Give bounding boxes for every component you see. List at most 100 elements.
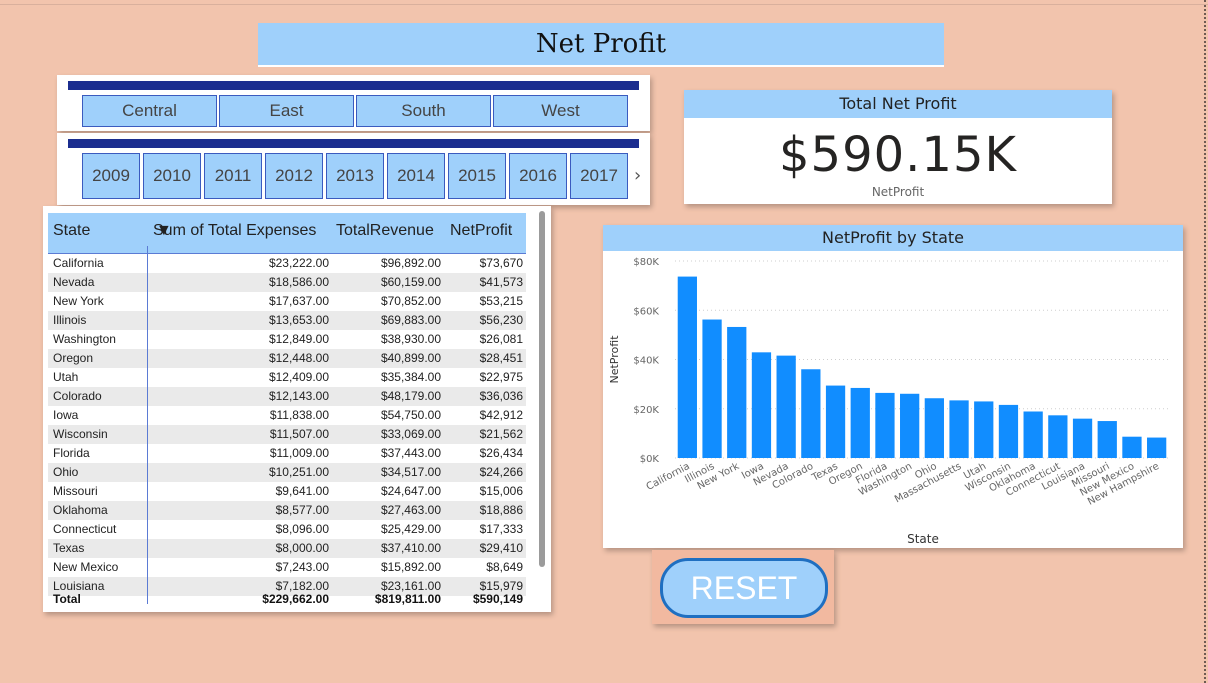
year-chip-2017[interactable]: 2017 [570,153,628,199]
year-chip-2013[interactable]: 2013 [326,153,384,199]
bar-oregon[interactable] [850,387,870,458]
netprofit-by-state-chart: NetProfit by State $0K $20K $40K $60K $80K Ca… [603,225,1183,548]
bar-california[interactable] [677,276,697,458]
cell-state: New Mexico [53,560,119,574]
bar-washington[interactable] [900,393,920,458]
table-row[interactable]: Nevada $18,586.00 $60,159.00 $41,573 [48,273,526,292]
cell-expenses: $18,586.00 [268,275,329,289]
cell-revenue: $24,647.00 [380,484,441,498]
col-header-expenses[interactable]: Sum of Total Expenses [153,222,316,240]
reset-panel: RESET [652,550,834,624]
table-row[interactable]: Washington $12,849.00 $38,930.00 $26,081 [48,330,526,349]
cell-netprofit: $56,230 [479,313,523,327]
table-row[interactable]: Ohio $10,251.00 $34,517.00 $24,266 [48,463,526,482]
cell-revenue: $38,930.00 [380,332,441,346]
bar-oklahoma[interactable] [1023,411,1043,458]
cell-revenue: $70,852.00 [380,294,441,308]
cell-expenses: $8,000.00 [275,541,329,555]
y-tick-label: $60K [633,306,659,317]
cell-expenses: $8,096.00 [275,522,329,536]
chart-svg: $0K$20K$40K$60K$80KCaliforniaIllinoisNew… [608,257,1169,546]
table-row[interactable]: Iowa $11,838.00 $54,750.00 $42,912 [48,406,526,425]
region-slicer-header[interactable] [68,81,639,90]
cell-netprofit: $29,410 [479,541,523,555]
chevron-right-icon[interactable]: › [634,153,641,199]
bar-illinois[interactable] [702,319,722,458]
region-chip-south[interactable]: South [356,95,491,127]
cell-netprofit: $8,649 [486,560,523,574]
bar-connecticut[interactable] [1048,415,1068,458]
chart-title: NetProfit by State [603,225,1183,251]
table-scrollbar[interactable] [539,211,545,567]
bar-ohio[interactable] [924,398,944,458]
bar-wisconsin[interactable] [998,404,1019,458]
cell-revenue: $35,384.00 [380,370,441,384]
cell-expenses: $17,637.00 [268,294,329,308]
table-total-row: Total $229,662.00 $819,811.00 $590,149 [48,590,526,608]
cell-revenue: $69,883.00 [380,313,441,327]
bar-texas[interactable] [825,385,846,458]
table-row[interactable]: New Mexico $7,243.00 $15,892.00 $8,649 [48,558,526,577]
cell-state: Florida [53,446,90,460]
col-header-revenue[interactable]: TotalRevenue [336,222,434,240]
cell-netprofit: $22,975 [479,370,523,384]
cell-expenses: $7,243.00 [275,560,329,574]
y-tick-label: $80K [633,257,659,268]
table-row[interactable]: Illinois $13,653.00 $69,883.00 $56,230 [48,311,526,330]
region-chip-east[interactable]: East [219,95,354,127]
table-row[interactable]: Wisconsin $11,507.00 $33,069.00 $21,562 [48,425,526,444]
table-row[interactable]: Florida $11,009.00 $37,443.00 $26,434 [48,444,526,463]
col-header-netprofit[interactable]: NetProfit [450,222,512,240]
sort-descending-icon[interactable]: ▼ [156,222,172,240]
bar-utah[interactable] [974,401,994,458]
cell-revenue: $33,069.00 [380,427,441,441]
cell-expenses: $11,009.00 [269,446,329,460]
year-chip-2015[interactable]: 2015 [448,153,506,199]
cell-state: New York [53,294,104,308]
cell-state: Wisconsin [53,427,108,441]
card-title: Total Net Profit [684,90,1112,118]
year-chip-2009[interactable]: 2009 [82,153,140,199]
bar-louisiana[interactable] [1072,418,1093,458]
table-row[interactable]: New York $17,637.00 $70,852.00 $53,215 [48,292,526,311]
year-chip-2011[interactable]: 2011 [204,153,262,199]
reset-button[interactable]: RESET [660,558,828,618]
bar-new-york[interactable] [727,326,747,458]
year-chip-2016[interactable]: 2016 [509,153,567,199]
bar-massachusetts[interactable] [949,400,969,458]
cell-netprofit: $41,573 [479,275,523,289]
col-header-state[interactable]: State [53,222,90,240]
y-tick-label: $40K [633,356,659,367]
table-row[interactable]: Connecticut $8,096.00 $25,429.00 $17,333 [48,520,526,539]
year-chip-2010[interactable]: 2010 [143,153,201,199]
year-slicer-header[interactable] [68,139,639,148]
bar-nevada[interactable] [776,355,796,458]
table-row[interactable]: Missouri $9,641.00 $24,647.00 $15,006 [48,482,526,501]
region-chip-central[interactable]: Central [82,95,217,127]
column-divider [147,246,148,604]
bar-missouri[interactable] [1097,421,1117,458]
cell-expenses: $13,653.00 [268,313,329,327]
bar-new-hampshire[interactable] [1147,437,1167,458]
state-table: State Sum of Total Expenses TotalRevenue… [43,206,551,612]
cell-expenses: $12,409.00 [268,370,329,384]
year-chip-2012[interactable]: 2012 [265,153,323,199]
table-row[interactable]: Utah $12,409.00 $35,384.00 $22,975 [48,368,526,387]
bar-florida[interactable] [875,392,895,458]
cell-state: Illinois [53,313,87,327]
table-row[interactable]: Oregon $12,448.00 $40,899.00 $28,451 [48,349,526,368]
table-row[interactable]: Texas $8,000.00 $37,410.00 $29,410 [48,539,526,558]
cell-netprofit: $73,670 [479,256,523,270]
bar-iowa[interactable] [751,352,772,458]
cell-netprofit: $24,266 [479,465,523,479]
cell-netprofit: $53,215 [479,294,523,308]
region-chip-west[interactable]: West [493,95,628,127]
bar-colorado[interactable] [801,369,821,458]
y-tick-label: $0K [640,454,660,465]
table-row[interactable]: Colorado $12,143.00 $48,179.00 $36,036 [48,387,526,406]
year-chip-2014[interactable]: 2014 [387,153,445,199]
cell-state: Missouri [53,484,98,498]
table-row[interactable]: Oklahoma $8,577.00 $27,463.00 $18,886 [48,501,526,520]
table-row[interactable]: California $23,222.00 $96,892.00 $73,670 [48,254,526,273]
bar-new-mexico[interactable] [1122,436,1142,458]
